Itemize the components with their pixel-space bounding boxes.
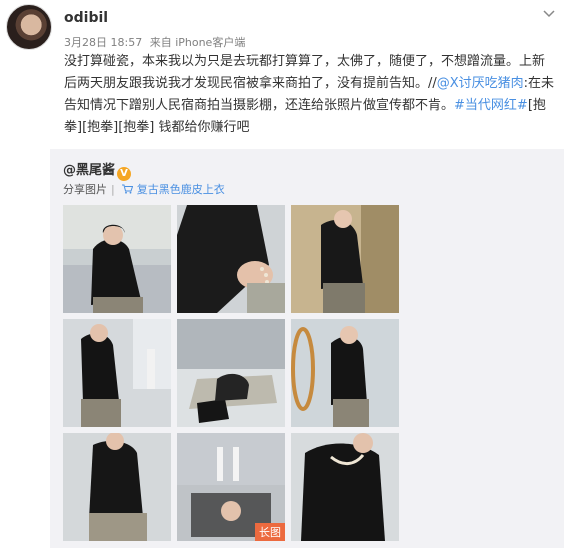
photo-3[interactable] [291,205,399,313]
photo-6[interactable] [291,319,399,427]
photo-8[interactable]: 长图 [177,433,285,541]
photo-5[interactable] [177,319,285,427]
chevron-down-icon[interactable] [542,6,556,20]
post-meta: 3月28日 18:57 来自 iPhone客户端 [64,34,249,50]
photo-4[interactable] [63,319,171,427]
post-text-1: 没打算碰瓷，本来我以为只是去玩都打算算了，太佛了，随便了，不想蹭流量。 [64,54,520,69]
product-label[interactable]: 复古黑色鹿皮上衣 [137,183,225,196]
photo-7[interactable] [63,433,171,541]
hashtag-link[interactable]: #当代网红# [454,98,528,113]
repost-author-name[interactable]: @黑尾酱 [63,163,115,178]
avatar[interactable] [6,4,52,50]
photo-2[interactable] [177,205,285,313]
photo-1[interactable] [63,205,171,313]
post-source: 来自 iPhone客户端 [149,36,246,49]
username[interactable]: odibil [64,10,108,26]
product-link[interactable]: 复古黑色鹿皮上衣 [122,183,225,196]
post-text: 没打算碰瓷，本来我以为只是去玩都打算算了，太佛了，随便了，不想蹭流量。上新后两天… [64,51,558,139]
repost-tools: 分享图片 | 复古黑色鹿皮上衣 [63,183,225,196]
repost-author[interactable]: @黑尾酱 V [63,159,132,181]
repost-card: @黑尾酱 V 分享图片 | 复古黑色鹿皮上衣 长图 [50,149,564,548]
post-date[interactable]: 3月28日 18:57 [64,36,142,49]
shopping-cart-icon [122,184,134,194]
photo-9[interactable] [291,433,399,541]
mention-link[interactable]: @X讨厌吃猪肉 [437,76,524,91]
share-images-label: 分享图片 [63,183,107,196]
verified-badge-icon: V [117,167,132,181]
long-image-badge: 长图 [255,523,285,541]
